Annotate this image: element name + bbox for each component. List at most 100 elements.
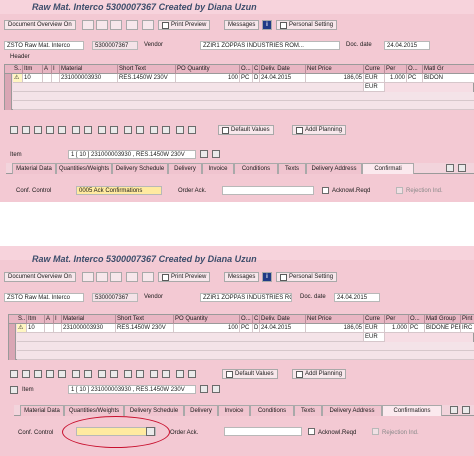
col-item[interactable]: Itm	[23, 65, 43, 74]
col-delivery-date[interactable]: Deliv. Date	[260, 315, 306, 324]
cell-plant[interactable]: IRC	[461, 324, 474, 333]
empty-row[interactable]	[17, 342, 474, 351]
collapse-item-icon[interactable]	[10, 386, 18, 394]
addl-planning-button[interactable]: Addl Planning	[292, 125, 347, 135]
info-button[interactable]: i	[262, 20, 272, 30]
personal-setting-button[interactable]: Personal Setting	[276, 272, 338, 282]
col-date-category[interactable]: C	[253, 65, 260, 74]
cell-item-category[interactable]	[54, 324, 62, 333]
tab-delivery-address[interactable]: Delivery Address	[306, 163, 362, 174]
delete-row-icon[interactable]	[58, 370, 66, 378]
empty-row[interactable]	[13, 101, 474, 110]
order-ack-field[interactable]	[222, 186, 314, 195]
other-po-icon[interactable]	[110, 272, 122, 282]
cell-order-price-unit[interactable]: PC	[407, 74, 423, 83]
find-icon[interactable]	[124, 126, 132, 134]
cell-currency[interactable]: EUR	[364, 324, 385, 333]
cell-price-unit[interactable]: 1.000	[385, 74, 407, 83]
vendor-field[interactable]: ZZIR1 ZOPPAS INDUSTRIES ROM...	[200, 293, 292, 302]
item-select[interactable]: 1 [ 10 ] 231000003930 , RES.1450W 230V	[68, 385, 196, 394]
tab-scroll-left-icon[interactable]	[446, 164, 454, 172]
copy-icon[interactable]	[34, 126, 42, 134]
header-section-label[interactable]: Header	[10, 54, 30, 60]
addl-planning-button[interactable]: Addl Planning	[292, 369, 347, 379]
tab-scroll-left-icon[interactable]	[450, 406, 458, 414]
graph-icon[interactable]	[162, 370, 170, 378]
tab-delivery-schedule[interactable]: Delivery Schedule	[124, 405, 184, 416]
tab-delivery-address[interactable]: Delivery Address	[322, 405, 382, 416]
cell-currency[interactable]: EUR	[364, 74, 385, 83]
tab-invoice[interactable]: Invoice	[202, 163, 234, 174]
messages-button[interactable]: Messages	[224, 20, 260, 30]
doc-date-field[interactable]: 24.04.2015	[384, 41, 430, 50]
acknowl-reqd-checkbox[interactable]	[322, 187, 329, 194]
cell-net-price[interactable]: 186,05	[306, 74, 364, 83]
display-change-icon[interactable]	[126, 20, 138, 30]
next-item-icon[interactable]	[212, 150, 220, 158]
cell-material-group[interactable]: BIDON	[423, 74, 474, 83]
vendor-field[interactable]: ZZIR1 ZOPPAS INDUSTRIES ROM...	[200, 41, 340, 50]
order-ack-field[interactable]	[224, 427, 302, 436]
col-account-assignment[interactable]: A	[45, 315, 54, 324]
acknowl-reqd-checkbox[interactable]	[308, 428, 315, 435]
cell-delivery-date[interactable]: 24.04.2015	[260, 324, 306, 333]
col-item[interactable]: Itm	[27, 315, 45, 324]
cell-order-price-unit[interactable]: PC	[409, 324, 425, 333]
cell-order-unit[interactable]: PC	[240, 324, 253, 333]
empty-row[interactable]	[13, 83, 364, 92]
document-icon[interactable]	[96, 20, 108, 30]
print-preview-button[interactable]: Print Preview	[158, 20, 211, 30]
info-button[interactable]: i	[262, 272, 272, 282]
new-document-icon[interactable]	[82, 20, 94, 30]
cell-date-category[interactable]: D	[253, 74, 260, 83]
col-short-text[interactable]: Short Text	[116, 315, 174, 324]
tab-texts[interactable]: Texts	[294, 405, 322, 416]
export-icon[interactable]	[110, 126, 118, 134]
tab-scroll-right-icon[interactable]	[462, 406, 470, 414]
empty-row[interactable]	[17, 333, 364, 342]
tab-texts[interactable]: Texts	[278, 163, 306, 174]
info-icon[interactable]	[176, 126, 184, 134]
col-item-category[interactable]: I	[52, 65, 60, 74]
col-price-unit[interactable]: Per	[385, 65, 407, 74]
col-price-unit[interactable]: Per	[385, 315, 409, 324]
cell-short-text[interactable]: RES.1450W 230V	[116, 324, 174, 333]
document-overview-button[interactable]: Document Overview On	[4, 272, 76, 282]
new-document-icon[interactable]	[82, 272, 94, 282]
previous-item-icon[interactable]	[200, 385, 208, 393]
cell-account-assignment[interactable]	[43, 74, 52, 83]
cell-material-group[interactable]: BIDONE PER	[425, 324, 461, 333]
sort-icon[interactable]	[22, 126, 30, 134]
tab-conditions[interactable]: Conditions	[250, 405, 294, 416]
col-plant[interactable]: Pint	[461, 315, 474, 324]
cell-item[interactable]: 10	[27, 324, 45, 333]
sum-icon[interactable]	[84, 370, 92, 378]
col-short-text[interactable]: Short Text	[118, 65, 176, 74]
cell-short-text[interactable]: RES.1450W 230V	[118, 74, 176, 83]
cell-currency-row2[interactable]: EUR	[364, 333, 385, 342]
planning-icon[interactable]	[150, 370, 158, 378]
col-net-price[interactable]: Net Price	[306, 65, 364, 74]
cell-order-unit[interactable]: PC	[240, 74, 253, 83]
tab-confirmations[interactable]: Confirmati	[362, 163, 414, 174]
tab-delivery[interactable]: Delivery	[168, 163, 202, 174]
col-currency[interactable]: Curre	[364, 65, 385, 74]
details-icon[interactable]	[10, 126, 18, 134]
find-next-icon[interactable]	[136, 370, 144, 378]
filter-icon[interactable]	[72, 370, 80, 378]
col-currency[interactable]: Curre	[364, 315, 385, 324]
conf-control-select[interactable]: 0005 Ack Confirmations	[76, 186, 162, 195]
tab-quantities-weights[interactable]: Quantities/Weights	[64, 405, 124, 416]
cell-po-quantity[interactable]: 100	[174, 324, 240, 333]
col-status[interactable]: S..	[13, 65, 23, 74]
col-delivery-date[interactable]: Deliv. Date	[260, 65, 306, 74]
tab-scroll-right-icon[interactable]	[458, 164, 466, 172]
document-icon[interactable]	[96, 272, 108, 282]
col-net-price[interactable]: Net Price	[306, 315, 364, 324]
layout-icon[interactable]	[98, 126, 106, 134]
check-icon[interactable]	[142, 272, 154, 282]
col-account-assignment[interactable]: A	[43, 65, 52, 74]
col-material[interactable]: Material	[60, 65, 118, 74]
col-order-price-unit[interactable]: O...	[407, 65, 423, 74]
col-order-price-unit[interactable]: O...	[409, 315, 425, 324]
